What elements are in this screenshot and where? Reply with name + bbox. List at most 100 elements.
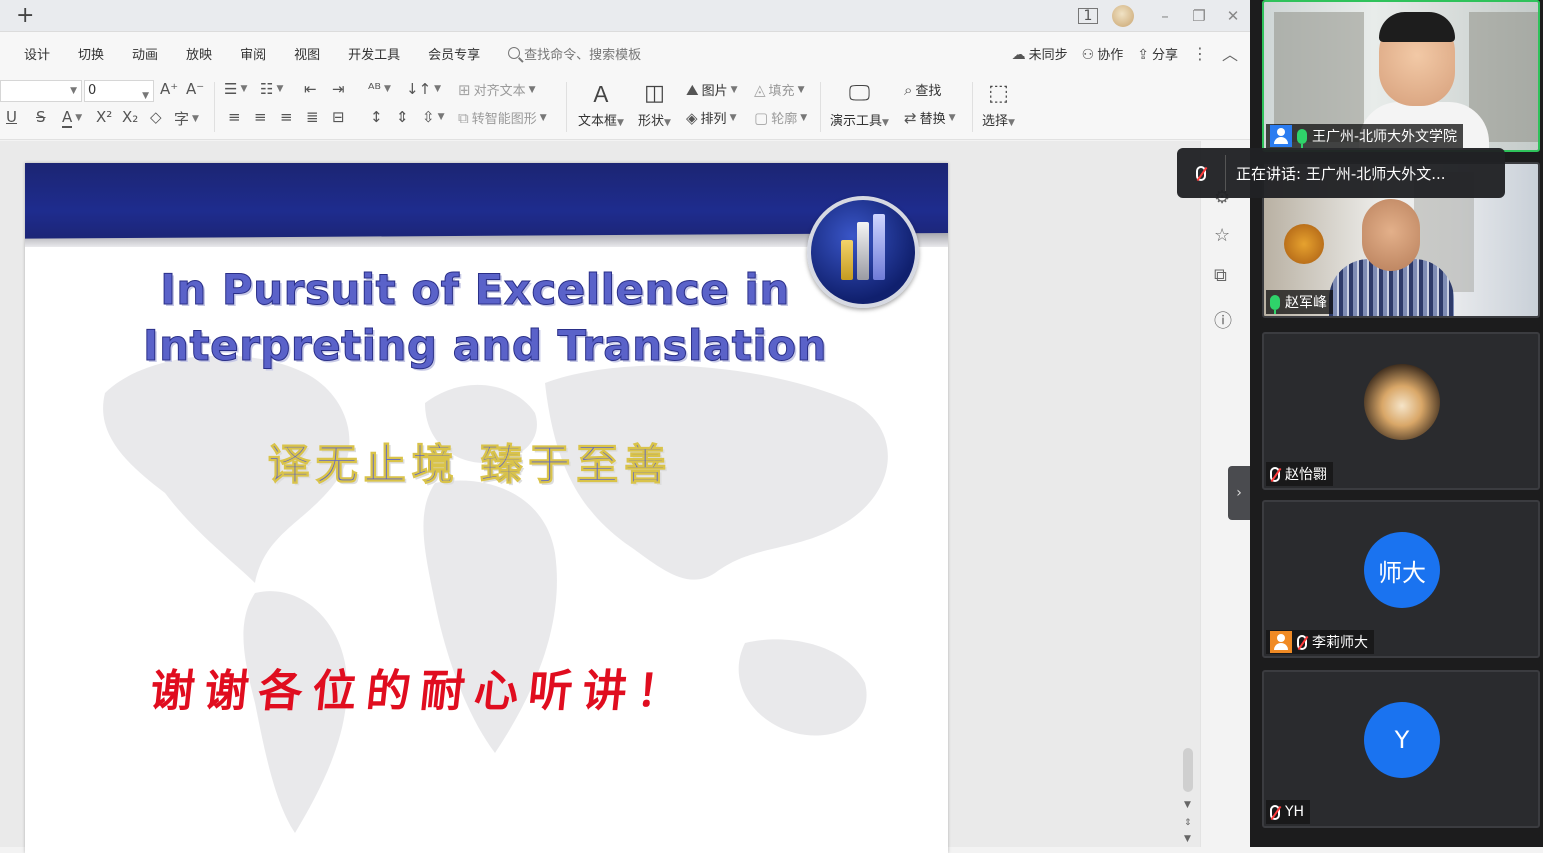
participant-tile-3[interactable]: 赵怡翾: [1262, 332, 1540, 490]
text-direction-icon[interactable]: ᴬᴮ ▼: [368, 80, 391, 98]
command-search-placeholder: 查找命令、搜索模板: [524, 47, 642, 63]
phonetic-icon[interactable]: 字 ▼: [174, 108, 199, 129]
decrease-indent-icon[interactable]: ⇤: [304, 80, 317, 98]
speaking-indicator: 正在讲话: 王广州-北师大外文...: [1177, 148, 1505, 198]
picture-button[interactable]: ⛰ 图片 ▼: [686, 80, 738, 100]
smart-shape-button[interactable]: ⧉ 转智能图形 ▼: [458, 108, 547, 128]
star-icon[interactable]: ☆: [1214, 225, 1230, 246]
title-bar: + 1 – ❐ ✕: [0, 0, 1250, 32]
page-jump-icon[interactable]: ⇕: [1184, 818, 1192, 828]
collab-button[interactable]: ⚇ 协作: [1082, 44, 1124, 63]
menu-member[interactable]: 会员专享: [414, 44, 494, 63]
fill-button[interactable]: ◬ 填充 ▼: [754, 80, 804, 100]
presentation-icon: 🖵: [848, 80, 871, 106]
numbered-list-icon[interactable]: ☷ ▼: [260, 80, 283, 98]
underline-icon[interactable]: U: [6, 108, 17, 126]
menu-developer[interactable]: 开发工具: [334, 44, 414, 63]
menu-animation[interactable]: 动画: [118, 44, 172, 63]
font-grow-icon[interactable]: A⁺: [160, 80, 178, 98]
replace-button[interactable]: ⇄ 替换 ▼: [904, 108, 956, 128]
superscript-icon[interactable]: X²: [96, 108, 112, 126]
participant-tile-4[interactable]: 师大 李莉师大: [1262, 500, 1540, 658]
mic-muted-icon: [1196, 165, 1206, 181]
sync-status[interactable]: ☁ 未同步: [1012, 44, 1068, 63]
next-page-icon[interactable]: ▼: [1184, 834, 1191, 844]
align-left-icon[interactable]: ≡: [228, 108, 241, 126]
restore-button[interactable]: ❐: [1182, 7, 1216, 25]
help-icon[interactable]: ⓘ: [1214, 307, 1232, 333]
align-center-icon[interactable]: ≡: [254, 108, 267, 126]
menu-view[interactable]: 视图: [280, 44, 334, 63]
mic-muted-icon: [1270, 804, 1280, 820]
participant-tile-5[interactable]: Y YH: [1262, 670, 1540, 828]
text-box-icon: Ａ: [589, 83, 612, 108]
slide-canvas[interactable]: In Pursuit of Excellence in Interpreting…: [0, 141, 1250, 853]
mic-muted-icon: [1297, 634, 1307, 650]
menu-transition[interactable]: 切换: [64, 44, 118, 63]
slide-thanks-text: 谢谢各位的耐心听讲！: [147, 666, 694, 717]
line-spacing-icon[interactable]: ↕: [370, 108, 383, 126]
bullet-list-icon[interactable]: ☰ ▼: [224, 80, 247, 98]
sort-icon[interactable]: ↓↑ ▼: [406, 80, 441, 98]
more-options-icon[interactable]: ⋮: [1192, 44, 1208, 63]
select-button[interactable]: ⬚ 选择▼: [982, 80, 1015, 130]
slide-header-band: [25, 163, 948, 243]
present-tools-button[interactable]: 🖵 演示工具▼: [830, 80, 889, 130]
outline-icon: ▢: [754, 108, 769, 127]
new-tab-button[interactable]: +: [16, 3, 34, 28]
justify-icon[interactable]: ≣: [306, 108, 319, 126]
participant-name-tag-4: 李莉师大: [1266, 630, 1374, 654]
menu-review[interactable]: 审阅: [226, 44, 280, 63]
font-shrink-icon[interactable]: A⁻: [186, 80, 204, 98]
collapse-ribbon-icon[interactable]: ︿: [1222, 41, 1238, 65]
font-size-select[interactable]: 0 ▼: [84, 80, 154, 102]
participant-avatar-5: Y: [1364, 702, 1440, 778]
user-avatar[interactable]: [1112, 5, 1134, 27]
menu-design[interactable]: 设计: [0, 44, 64, 63]
current-slide[interactable]: In Pursuit of Excellence in Interpreting…: [25, 163, 948, 853]
scroll-down-icon[interactable]: ▼: [1184, 800, 1191, 810]
clear-format-icon[interactable]: ◇: [150, 108, 162, 126]
add-person-icon: ⚇: [1081, 46, 1095, 63]
command-search[interactable]: 查找命令、搜索模板: [508, 44, 641, 63]
share-button[interactable]: ⇪ 分享: [1137, 44, 1178, 63]
cloud-icon: ☁: [1011, 46, 1026, 63]
increase-indent-icon[interactable]: ⇥: [332, 80, 345, 98]
magnifier-icon: ⌕: [904, 80, 913, 99]
mic-on-icon: [1270, 294, 1280, 314]
paragraph-spacing-icon[interactable]: ⇕: [396, 108, 409, 126]
shape-button[interactable]: ◫ 形状▼: [638, 80, 671, 130]
arrange-button[interactable]: ◈ 排列 ▼: [686, 108, 736, 128]
strikethrough-icon[interactable]: S: [36, 108, 46, 126]
present-icon[interactable]: ⧉: [1214, 265, 1227, 286]
subscript-icon[interactable]: X₂: [122, 108, 138, 126]
replace-icon: ⇄: [904, 108, 917, 127]
page-count-icon[interactable]: 1: [1078, 8, 1098, 24]
align-right-icon[interactable]: ≡: [280, 108, 293, 126]
distribute-icon[interactable]: ⊟: [332, 108, 345, 126]
outline-button[interactable]: ▢ 轮廓 ▼: [754, 108, 807, 128]
ribbon-toolbar: ▼ 0 ▼ A⁺ A⁻ U S A ▼ X² X₂ ◇ 字 ▼ ☰ ▼ ☷ ▼ ⇤ ⇥ ᴬ…: [0, 74, 1250, 140]
menu-slideshow[interactable]: 放映: [172, 44, 226, 63]
world-map-graphic: [103, 355, 888, 833]
minimize-button[interactable]: –: [1148, 7, 1182, 25]
align-text-button[interactable]: ⊞ 对齐文本 ▼: [458, 80, 536, 100]
mic-muted-icon: [1270, 466, 1280, 482]
panel-collapse-button[interactable]: ›: [1228, 466, 1250, 520]
picture-icon: ⛰: [686, 80, 699, 99]
vertical-scrollbar[interactable]: [1183, 748, 1193, 792]
co-host-icon: [1270, 631, 1292, 653]
font-color-icon[interactable]: A ▼: [62, 108, 82, 128]
participant-tile-1[interactable]: 王广州-北师大外文学院: [1262, 0, 1540, 152]
close-button[interactable]: ✕: [1216, 7, 1250, 25]
font-name-select[interactable]: ▼: [0, 80, 82, 102]
slide-title-line-2: Interpreting and Translation: [142, 321, 827, 371]
fill-icon: ◬: [754, 80, 766, 99]
text-box-button[interactable]: Ａ 文本框▼: [578, 80, 624, 129]
find-button[interactable]: ⌕ 查找: [904, 80, 941, 100]
mic-on-icon: [1297, 128, 1307, 148]
participant-avatar-4: 师大: [1364, 532, 1440, 608]
meeting-panel: 王广州-北师大外文学院 赵军峰 赵怡翾 师大 李莉师大 Y YH: [1250, 0, 1543, 847]
column-icon[interactable]: ⇳ ▼: [422, 108, 445, 126]
host-icon: [1270, 125, 1292, 147]
